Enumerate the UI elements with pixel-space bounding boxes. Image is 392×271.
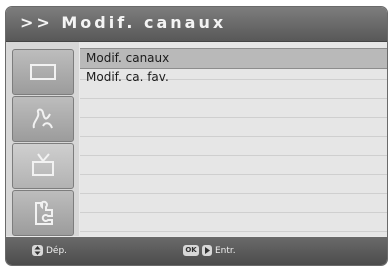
- sidebar-item-sound[interactable]: [12, 96, 74, 142]
- tv-antenna-icon: [32, 153, 54, 176]
- music-note-icon: [32, 108, 53, 129]
- enter-hint: OK Entr.: [183, 245, 236, 256]
- footer-hints: Dép. OK Entr.: [6, 237, 387, 265]
- move-hint-label: Dép.: [46, 245, 68, 256]
- enter-hint-label: Entr.: [215, 245, 236, 256]
- ok-key: OK: [183, 245, 199, 256]
- title-bar: >> Modif. canaux: [6, 7, 387, 42]
- screen-icon: [30, 64, 56, 80]
- channel-edit-screen: >> Modif. canaux Modif. canaux Modif. ca…: [5, 6, 388, 266]
- menu-item-label: Modif. canaux: [86, 51, 170, 65]
- menu-list: Modif. canaux Modif. ca. fav.: [80, 42, 387, 236]
- sidebar-item-channels[interactable]: [12, 143, 74, 189]
- sidebar-item-settings[interactable]: [12, 190, 74, 236]
- page-title: >> Modif. canaux: [20, 13, 227, 32]
- puzzle-icon: [35, 200, 53, 225]
- up-down-arrows-icon: [32, 245, 43, 256]
- sidebar-item-picture[interactable]: [12, 49, 74, 95]
- sidebar: [6, 42, 79, 236]
- menu-item-edit-favorites[interactable]: Modif. ca. fav.: [80, 68, 387, 87]
- menu-item-label: Modif. ca. fav.: [86, 70, 169, 84]
- move-hint: Dép.: [32, 245, 67, 256]
- right-arrow-icon: [202, 245, 212, 256]
- menu-item-edit-channels[interactable]: Modif. canaux: [80, 48, 387, 69]
